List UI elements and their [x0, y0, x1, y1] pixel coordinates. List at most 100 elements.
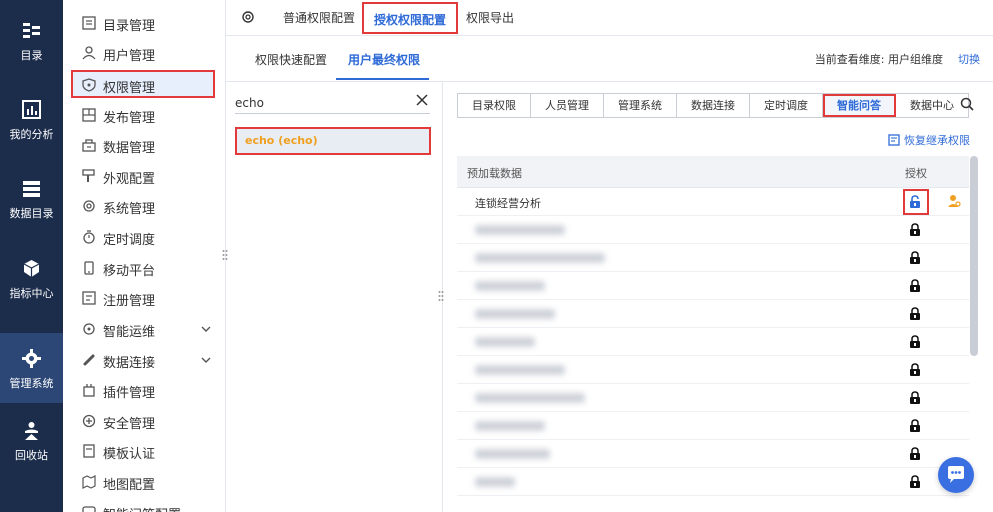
tab-catalog-permission[interactable]: 目录权限: [458, 94, 531, 117]
lock-icon[interactable]: [909, 419, 921, 432]
drag-handle-icon[interactable]: [222, 249, 228, 261]
sidebar-item-permission-management[interactable]: 权限管理: [71, 70, 215, 98]
rail-item-admin-system[interactable]: 管理系统: [0, 333, 63, 403]
primary-nav-rail: 目录 我的分析 数据目录 指标中心 管理系统 回收站: [0, 0, 63, 512]
map-icon: [82, 475, 96, 489]
top-tab-bar: 普通权限配置 授权权限配置 权限导出: [226, 0, 993, 36]
rail-item-catalog[interactable]: 目录: [0, 5, 63, 75]
table-row: [457, 468, 969, 496]
blurred-name: [475, 421, 545, 431]
security-icon: [82, 414, 96, 428]
table-row: [457, 328, 969, 356]
rail-item-recycle-bin[interactable]: 回收站: [0, 405, 63, 475]
sidebar-item-data-management[interactable]: 数据管理: [72, 131, 216, 159]
rail-item-my-analysis[interactable]: 我的分析: [0, 84, 63, 154]
permission-table: 预加载数据 授权 连锁经营分析: [457, 156, 969, 512]
template-icon: [83, 444, 95, 458]
permission-category-tabs: 目录权限 人员管理 管理系统 数据连接 定时调度 智能问答 数据中心: [457, 93, 969, 118]
user-permission-icon[interactable]: [947, 194, 961, 208]
sidebar-item-data-connection[interactable]: 数据连接: [72, 346, 216, 374]
sidebar-item-label: 移动平台: [103, 264, 156, 279]
lock-icon[interactable]: [909, 279, 921, 292]
tab-quick-config[interactable]: 权限快速配置: [255, 51, 327, 68]
sidebar-item-schedule[interactable]: 定时调度: [72, 223, 216, 251]
tab-user-final-permission[interactable]: 用户最终权限: [348, 51, 420, 68]
lock-icon[interactable]: [909, 447, 921, 460]
close-icon[interactable]: [416, 94, 428, 106]
blurred-name: [475, 449, 550, 459]
tab-permission-export[interactable]: 权限导出: [466, 9, 514, 26]
user-list-item[interactable]: echo (echo): [235, 127, 431, 155]
sidebar-item-template-certification[interactable]: 模板认证: [72, 437, 216, 465]
sidebar-item-system-management[interactable]: 系统管理: [72, 192, 216, 220]
sidebar-item-label: 权限管理: [103, 81, 156, 96]
clock-icon: [83, 230, 95, 244]
search-icon[interactable]: [960, 97, 974, 111]
sidebar-item-plugin-management[interactable]: 插件管理: [72, 376, 216, 404]
active-tab-indicator: [336, 78, 429, 80]
lock-icon[interactable]: [909, 251, 921, 264]
chevron-down-icon: [201, 326, 211, 332]
table-row: [457, 300, 969, 328]
chat-assistant-button[interactable]: [938, 457, 974, 493]
tab-smart-qa[interactable]: 智能问答: [823, 94, 896, 117]
sidebar-item-label: 定时调度: [103, 233, 156, 248]
blurred-name: [475, 337, 535, 347]
sidebar-item-mobile-platform[interactable]: 移动平台: [72, 254, 216, 282]
tab-admin-system[interactable]: 管理系统: [604, 94, 677, 117]
lock-icon[interactable]: [909, 475, 921, 488]
tab-data-connection[interactable]: 数据连接: [677, 94, 750, 117]
restore-inherit-button[interactable]: 恢复继承权限: [888, 132, 970, 148]
sidebar-item-label: 插件管理: [103, 386, 156, 401]
sidebar-item-publish-management[interactable]: 发布管理: [72, 101, 216, 129]
sidebar-item-registration[interactable]: 注册管理: [72, 284, 216, 312]
sidebar-item-catalog-management[interactable]: 目录管理: [72, 9, 216, 37]
tab-general-permission[interactable]: 普通权限配置: [283, 9, 355, 26]
table-row: [457, 216, 969, 244]
blurred-name: [475, 393, 585, 403]
unlock-icon[interactable]: [909, 195, 921, 208]
blurred-name: [475, 253, 605, 263]
drag-handle-icon[interactable]: [438, 290, 444, 302]
gear-cog-icon: [22, 349, 41, 368]
table-row: [457, 244, 969, 272]
lock-icon[interactable]: [909, 335, 921, 348]
sidebar-item-user-management[interactable]: 用户管理: [72, 39, 216, 67]
sidebar-item-label: 智能运维: [103, 325, 156, 340]
lock-icon[interactable]: [909, 307, 921, 320]
blurred-name: [475, 365, 565, 375]
sidebar-item-label: 数据连接: [103, 356, 156, 371]
sidebar-item-label: 安全管理: [103, 417, 156, 432]
tab-data-center[interactable]: 数据中心: [896, 94, 968, 117]
switch-dimension-link[interactable]: 切换: [958, 51, 980, 67]
lock-icon[interactable]: [909, 391, 921, 404]
lock-icon[interactable]: [909, 363, 921, 376]
user-search-input[interactable]: [235, 92, 430, 114]
tab-personnel-management[interactable]: 人员管理: [531, 94, 604, 117]
table-scrollbar[interactable]: [970, 156, 978, 356]
sidebar-item-appearance-config[interactable]: 外观配置: [72, 162, 216, 190]
table-row: [457, 384, 969, 412]
tab-grant-permission[interactable]: 授权权限配置: [362, 2, 459, 34]
sidebar-item-map-config[interactable]: 地图配置: [72, 468, 216, 496]
restore-label: 恢复继承权限: [904, 134, 970, 147]
catalog-icon: [23, 23, 40, 38]
brush-icon: [82, 169, 95, 182]
bar-chart-icon: [22, 100, 41, 119]
cubes-icon: [23, 260, 40, 277]
rail-item-data-catalog[interactable]: 数据目录: [0, 163, 63, 233]
table-row: 连锁经营分析: [457, 188, 969, 216]
rail-item-indicator-center[interactable]: 指标中心: [0, 243, 63, 313]
sidebar-item-smart-ops[interactable]: 智能运维: [72, 315, 216, 343]
admin-sidebar: 目录管理 用户管理 权限管理 发布管理 数据管理 外观配置 系统管理 定时调度 …: [63, 0, 226, 512]
sidebar-item-security-management[interactable]: 安全管理: [72, 407, 216, 435]
recycle-icon: [25, 422, 38, 440]
register-icon: [82, 291, 96, 305]
tab-scheduling[interactable]: 定时调度: [750, 94, 823, 117]
sidebar-item-qa-config[interactable]: 智能问答配置: [72, 498, 216, 512]
row-name: 连锁经营分析: [475, 197, 541, 210]
lock-icon[interactable]: [909, 223, 921, 236]
plugin-icon: [83, 384, 95, 397]
gear-icon[interactable]: [241, 10, 255, 24]
sidebar-item-label: 用户管理: [103, 49, 156, 64]
